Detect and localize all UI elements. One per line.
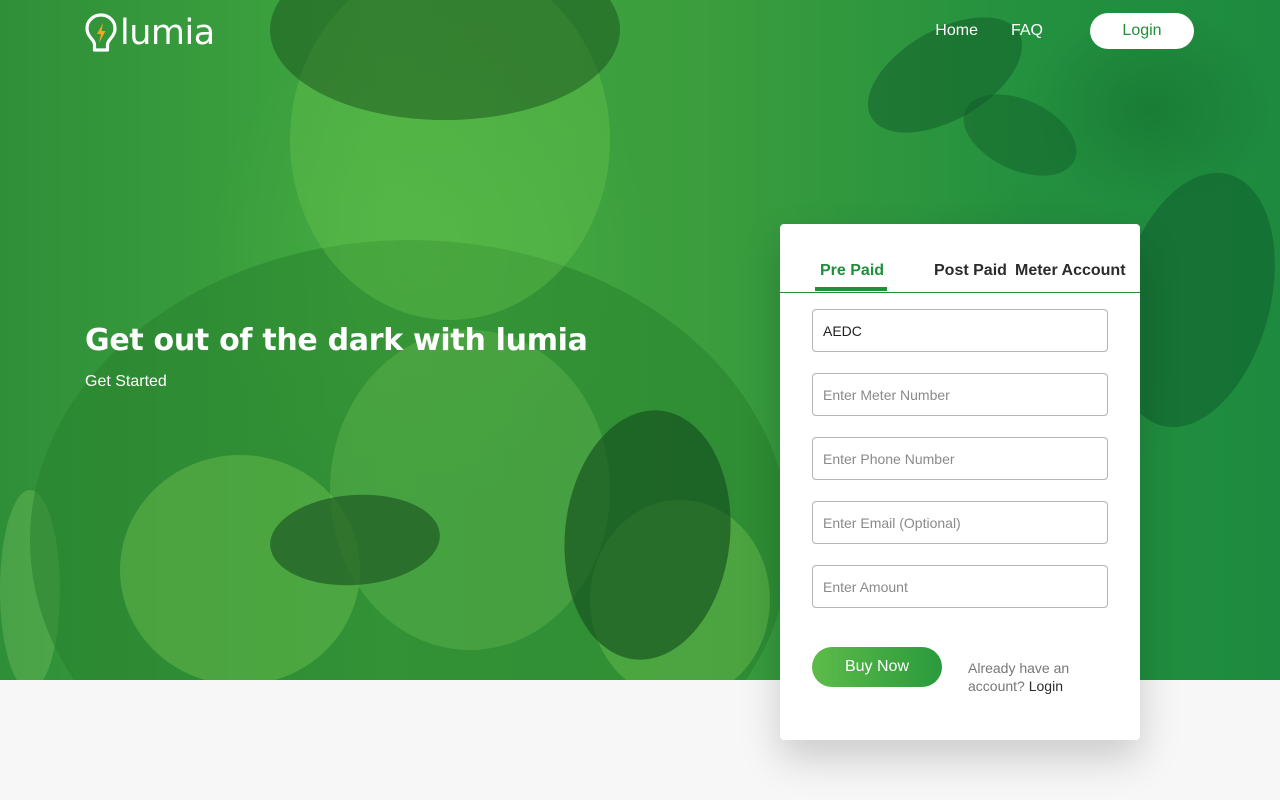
hero-photo-person-shirt	[330, 330, 610, 650]
meter-number-input[interactable]	[812, 373, 1108, 416]
phone-number-input[interactable]	[812, 437, 1108, 480]
brand-logo[interactable]: lumia	[84, 12, 215, 54]
lightbulb-bolt-icon	[85, 13, 117, 52]
hero-headline: Get out of the dark with lumia	[85, 323, 588, 358]
tab-pre-paid[interactable]: Pre Paid	[820, 262, 884, 280]
purchase-form-card: Pre Paid Post Paid Meter Account Buy Now…	[780, 224, 1140, 740]
buy-now-button[interactable]: Buy Now	[812, 647, 942, 687]
payment-type-tabs: Pre Paid Post Paid Meter Account	[780, 224, 1140, 293]
disco-select[interactable]	[812, 309, 1108, 352]
tab-meter-account[interactable]: Meter Account	[1015, 262, 1126, 280]
login-button[interactable]: Login	[1090, 13, 1194, 49]
active-tab-indicator	[815, 287, 887, 291]
nav-faq-link[interactable]: FAQ	[1011, 22, 1043, 40]
account-login-link[interactable]: Login	[1029, 678, 1063, 694]
top-nav: Home FAQ Login	[935, 13, 1194, 49]
tab-post-paid[interactable]: Post Paid	[934, 262, 1007, 280]
account-login-prompt: Already have an account? Login	[968, 659, 1098, 695]
nav-home-link[interactable]: Home	[935, 22, 978, 40]
amount-input[interactable]	[812, 565, 1108, 608]
email-input[interactable]	[812, 501, 1108, 544]
get-started-link[interactable]: Get Started	[85, 373, 167, 391]
brand-name: lumia	[120, 12, 215, 53]
